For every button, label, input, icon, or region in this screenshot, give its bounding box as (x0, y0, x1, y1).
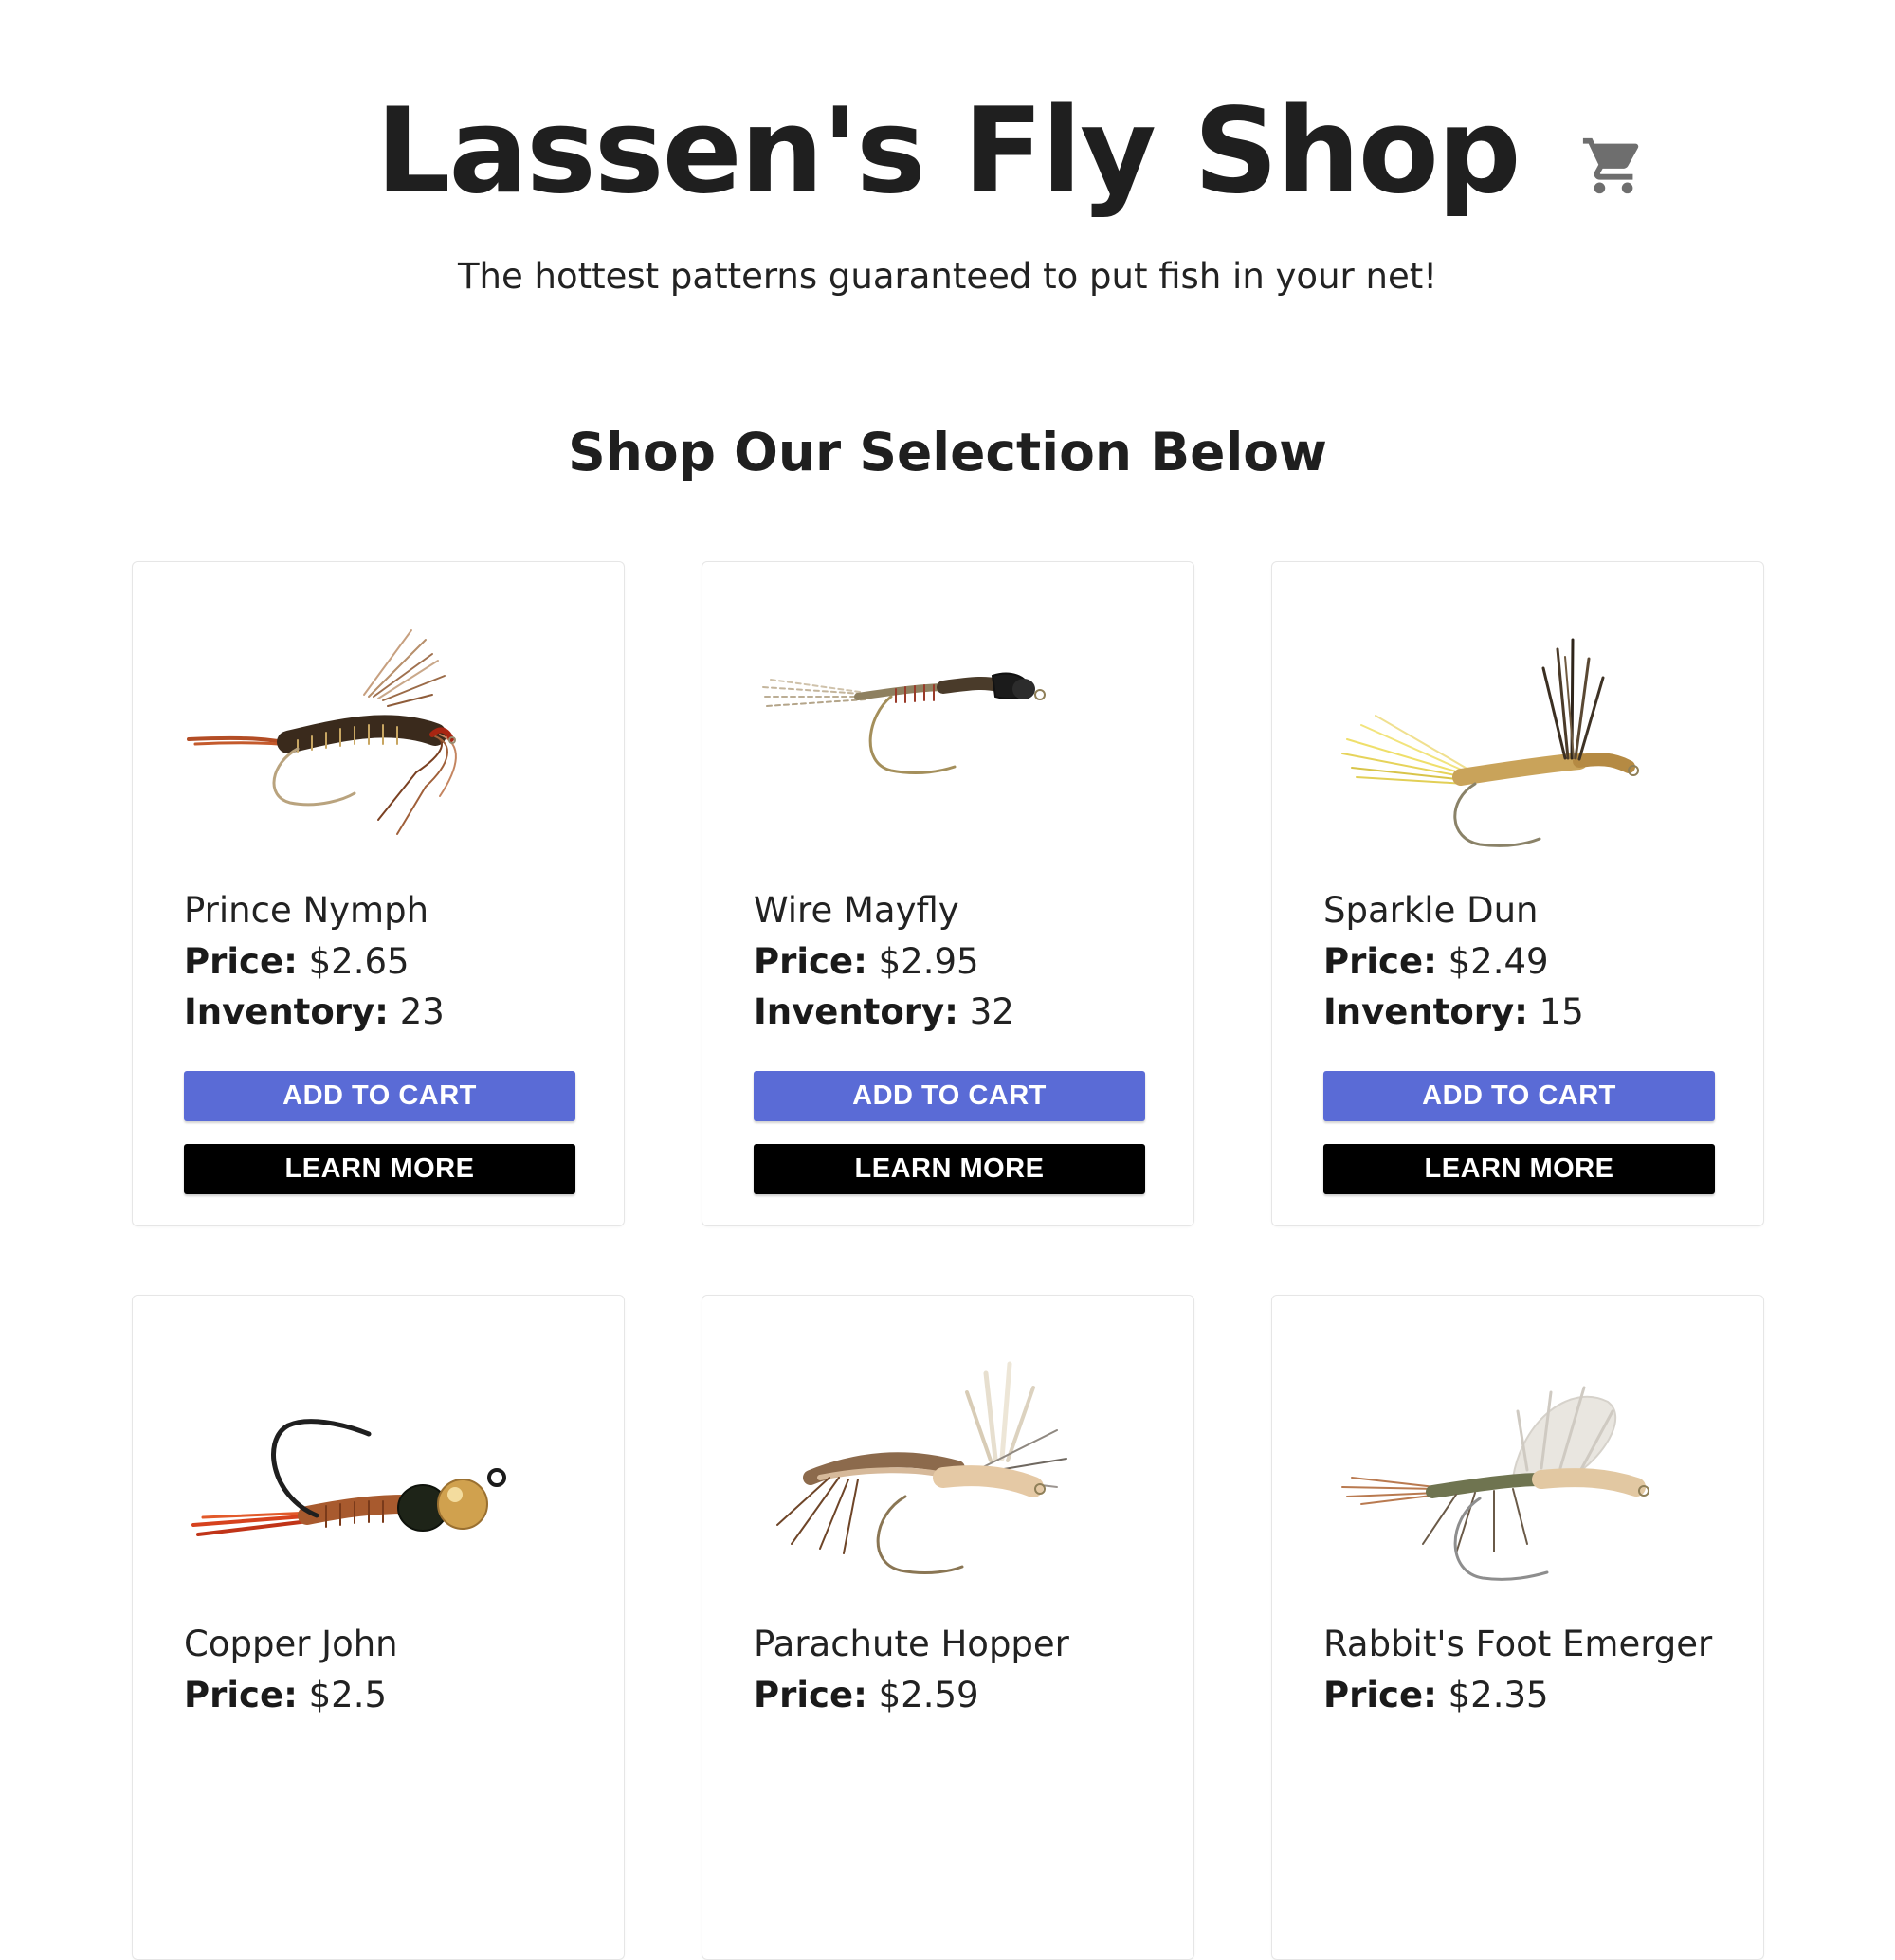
product-inventory: Inventory: 32 (754, 991, 1014, 1032)
product-card: Wire Mayfly Price: $2.95 Inventory: 32 A… (702, 561, 1194, 1226)
inventory-value: 23 (399, 991, 445, 1032)
inventory-value: 32 (969, 991, 1014, 1032)
prince-nymph-fly-image[interactable] (184, 602, 574, 877)
site-header: Lassen's Fly Shop The hottest patterns g… (0, 0, 1895, 322)
wire-mayfly-fly-image[interactable] (754, 602, 1144, 877)
product-name: Copper John (184, 1624, 398, 1664)
product-card: Copper John Price: $2.5 (132, 1295, 625, 1960)
inventory-label: Inventory: (184, 991, 389, 1032)
price-label: Price: (1323, 941, 1437, 982)
section-title: Shop Our Selection Below (568, 422, 1327, 482)
product-card: Parachute Hopper Price: $2.59 (702, 1295, 1194, 1960)
product-name: Prince Nymph (184, 890, 429, 931)
price-value: $2.49 (1448, 941, 1549, 982)
price-label: Price: (754, 941, 867, 982)
price-value: $2.5 (308, 1675, 388, 1715)
price-label: Price: (1323, 1675, 1437, 1715)
tagline: The hottest patterns guaranteed to put f… (457, 256, 1438, 297)
add-to-cart-button[interactable]: ADD TO CART (1323, 1071, 1715, 1121)
product-inventory: Inventory: 23 (184, 991, 445, 1032)
product-price: Price: $2.59 (754, 1675, 979, 1715)
learn-more-button[interactable]: LEARN MORE (1323, 1144, 1715, 1194)
product-grid: Prince Nymph Price: $2.65 Inventory: 23 … (132, 561, 1764, 1960)
sparkle-dun-fly-image[interactable] (1323, 602, 1714, 877)
copper-john-fly-image[interactable] (184, 1335, 574, 1610)
price-label: Price: (754, 1675, 867, 1715)
parachute-hopper-fly-image[interactable] (754, 1335, 1144, 1610)
price-value: $2.95 (878, 941, 979, 982)
learn-more-button[interactable]: LEARN MORE (754, 1144, 1145, 1194)
inventory-label: Inventory: (754, 991, 958, 1032)
product-inventory: Inventory: 15 (1323, 991, 1584, 1032)
product-name: Sparkle Dun (1323, 890, 1539, 931)
price-value: $2.65 (308, 941, 410, 982)
product-price: Price: $2.5 (184, 1675, 387, 1715)
product-name: Wire Mayfly (754, 890, 959, 931)
price-value: $2.59 (878, 1675, 979, 1715)
product-price: Price: $2.95 (754, 941, 979, 982)
inventory-label: Inventory: (1323, 991, 1528, 1032)
product-price: Price: $2.65 (184, 941, 410, 982)
learn-more-button[interactable]: LEARN MORE (184, 1144, 575, 1194)
product-price: Price: $2.49 (1323, 941, 1549, 982)
product-name: Rabbit's Foot Emerger (1323, 1624, 1713, 1664)
rabbits-foot-emerger-fly-image[interactable] (1323, 1335, 1714, 1610)
product-card: Prince Nymph Price: $2.65 Inventory: 23 … (132, 561, 625, 1226)
shopping-cart-icon[interactable] (1577, 133, 1649, 199)
price-label: Price: (184, 941, 298, 982)
product-card: Sparkle Dun Price: $2.49 Inventory: 15 A… (1271, 561, 1764, 1226)
add-to-cart-button[interactable]: ADD TO CART (754, 1071, 1145, 1121)
add-to-cart-button[interactable]: ADD TO CART (184, 1071, 575, 1121)
inventory-value: 15 (1539, 991, 1584, 1032)
price-label: Price: (184, 1675, 298, 1715)
product-card: Rabbit's Foot Emerger Price: $2.35 (1271, 1295, 1764, 1960)
price-value: $2.35 (1448, 1675, 1549, 1715)
product-price: Price: $2.35 (1323, 1675, 1549, 1715)
product-name: Parachute Hopper (754, 1624, 1069, 1664)
